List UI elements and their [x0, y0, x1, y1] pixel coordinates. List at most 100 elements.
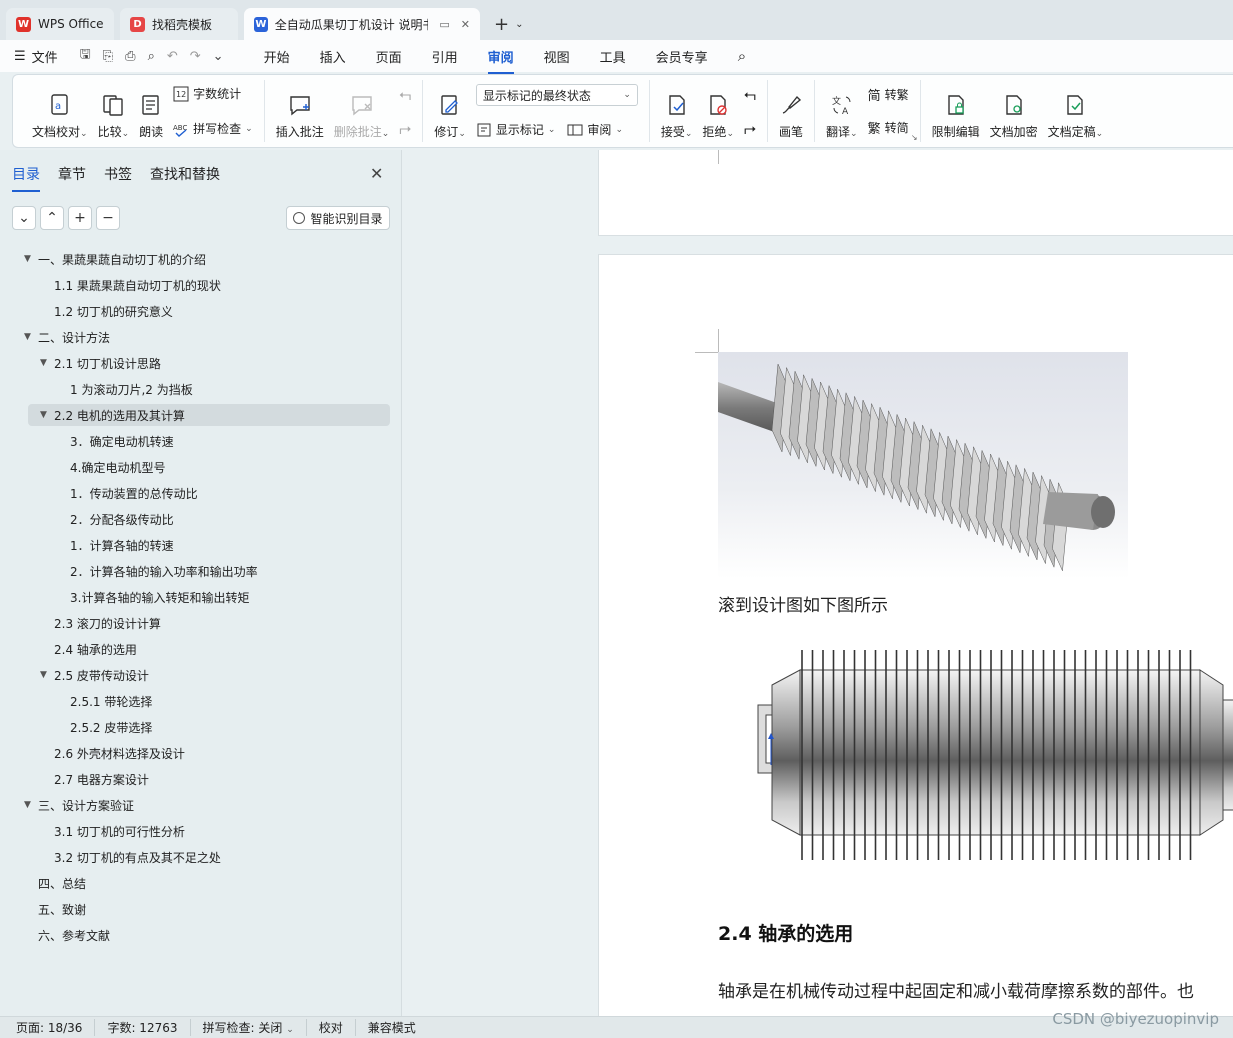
- expand-arrow-icon[interactable]: ▼: [40, 670, 47, 680]
- export-icon[interactable]: ⎘: [103, 49, 113, 64]
- toc-item[interactable]: 六、参考文献: [0, 922, 402, 948]
- prev-change-icon[interactable]: ⮢: [744, 85, 756, 103]
- toc-item[interactable]: 3．确定电动机转速: [0, 428, 402, 454]
- menu-view[interactable]: 视图: [544, 47, 570, 66]
- svg-text:A: A: [842, 107, 849, 117]
- toc-item[interactable]: ▼ 一、果蔬果蔬自动切丁机的介绍: [0, 246, 402, 272]
- read-aloud-button[interactable]: 朗读: [134, 82, 168, 140]
- toc-item[interactable]: ▼ 2.2 电机的选用及其计算: [0, 402, 402, 428]
- proofread-status[interactable]: 校对: [319, 1019, 356, 1036]
- expand-arrow-icon[interactable]: ▼: [24, 254, 31, 264]
- toc-item[interactable]: 2．分配各级传动比: [0, 506, 402, 532]
- expand-icon[interactable]: ↘: [911, 133, 918, 142]
- page-indicator[interactable]: 页面: 18/36: [16, 1019, 96, 1036]
- menu-insert[interactable]: 插入: [320, 47, 346, 66]
- toc-item[interactable]: 四、总结: [0, 870, 402, 896]
- tab-find-replace[interactable]: 查找和替换: [150, 164, 220, 184]
- toc-item[interactable]: 2.3 滚刀的设计计算: [0, 610, 402, 636]
- review-pane-button[interactable]: 审阅 ⌄: [567, 121, 623, 138]
- menu-reference[interactable]: 引用: [432, 47, 458, 66]
- compare-button[interactable]: 比较⌄: [93, 82, 135, 140]
- toc-item[interactable]: 3.2 切丁机的有点及其不足之处: [0, 844, 402, 870]
- toc-item[interactable]: 五、致谢: [0, 896, 402, 922]
- toc-item[interactable]: 1.2 切丁机的研究意义: [0, 298, 402, 324]
- revise-button[interactable]: 修订⌄: [429, 82, 471, 140]
- menu-page[interactable]: 页面: [376, 47, 402, 66]
- roller-3d-image[interactable]: [718, 352, 1128, 579]
- toc-item[interactable]: 1．传动装置的总传动比: [0, 480, 402, 506]
- toc-item[interactable]: 3.1 切丁机的可行性分析: [0, 818, 402, 844]
- toc-item[interactable]: 3.计算各轴的输入转矩和输出转矩: [0, 584, 402, 610]
- search-icon[interactable]: ⌕: [738, 47, 746, 65]
- toc-item-label: 2.5.2 皮带选择: [70, 720, 153, 735]
- close-icon[interactable]: ✕: [461, 18, 470, 31]
- toc-item[interactable]: ▼ 二、设计方法: [0, 324, 402, 350]
- pen-button[interactable]: 画笔: [774, 82, 808, 140]
- expand-arrow-icon[interactable]: ▼: [40, 358, 47, 368]
- markup-state-select[interactable]: 显示标记的最终状态 ⌄: [475, 84, 638, 106]
- new-tab-button[interactable]: + ⌄: [486, 8, 531, 40]
- menu-member[interactable]: 会员专享: [656, 47, 708, 66]
- expand-arrow-icon[interactable]: ▼: [24, 332, 31, 342]
- smart-toc-button[interactable]: 智能识别目录: [286, 206, 390, 230]
- encrypt-button[interactable]: 文档加密: [985, 82, 1043, 140]
- expand-arrow-icon[interactable]: ▼: [40, 410, 47, 420]
- translate-button[interactable]: 文A 翻译⌄: [821, 82, 863, 140]
- to-traditional-button[interactable]: 简 转繁: [868, 85, 909, 104]
- roller-side-view-image[interactable]: [718, 625, 1233, 887]
- finalize-button[interactable]: 文档定稿⌄: [1043, 82, 1109, 140]
- toc-item[interactable]: 1.1 果蔬果蔬自动切丁机的现状: [0, 272, 402, 298]
- toc-item[interactable]: 2.6 外壳材料选择及设计: [0, 740, 402, 766]
- to-simplified-button[interactable]: 繁 转简: [868, 118, 909, 137]
- toc-item[interactable]: 2.5.2 皮带选择: [0, 714, 402, 740]
- toc-item[interactable]: ▼ 三、设计方案验证: [0, 792, 402, 818]
- word-count-button[interactable]: 12 字数统计: [173, 85, 253, 102]
- word-count-indicator[interactable]: 字数: 12763: [107, 1019, 191, 1036]
- tab-bookmarks[interactable]: 书签: [104, 164, 132, 184]
- spell-check-button[interactable]: ABC 拼写检查 ⌄: [173, 120, 253, 137]
- insert-comment-button[interactable]: 插入批注: [271, 82, 329, 140]
- add-heading-button[interactable]: +: [68, 206, 92, 230]
- expand-arrow-icon[interactable]: ▼: [24, 800, 31, 810]
- toc-item[interactable]: 1．计算各轴的转速: [0, 532, 402, 558]
- toc-item[interactable]: 2．计算各轴的输入功率和输出功率: [0, 558, 402, 584]
- tab-document[interactable]: W 全自动瓜果切丁机设计 说明书 ▭ ✕: [244, 8, 480, 40]
- menu-tools[interactable]: 工具: [600, 47, 626, 66]
- delete-comment-button[interactable]: 删除批注⌄: [329, 82, 395, 140]
- tab-template[interactable]: D 找稻壳模板: [120, 8, 238, 40]
- tab-wps-office[interactable]: W WPS Office: [6, 8, 114, 40]
- reject-button[interactable]: 拒绝⌄: [697, 82, 739, 140]
- tab-toc[interactable]: 目录: [12, 164, 40, 192]
- spell-check-status[interactable]: 拼写检查: 关闭 ⌄: [203, 1019, 307, 1036]
- menu-start[interactable]: 开始: [264, 47, 290, 66]
- show-markup-button[interactable]: 显示标记 ⌄: [476, 121, 555, 138]
- toc-item[interactable]: 2.7 电器方案设计: [0, 766, 402, 792]
- chevron-down-icon[interactable]: ⌄: [213, 49, 224, 64]
- redo-icon[interactable]: ↷: [190, 49, 201, 64]
- print-preview-icon[interactable]: ⌕: [148, 49, 155, 64]
- expand-all-button[interactable]: ⌄: [12, 206, 36, 230]
- toc-item[interactable]: 1 为滚动刀片,2 为挡板: [0, 376, 402, 402]
- menu-review[interactable]: 审阅: [487, 47, 514, 74]
- toc-item[interactable]: 4.确定电动机型号: [0, 454, 402, 480]
- toc-item[interactable]: ▼ 2.1 切丁机设计思路: [0, 350, 402, 376]
- save-icon[interactable]: 🖫: [80, 45, 91, 67]
- prev-comment-icon[interactable]: ⮢: [399, 85, 411, 103]
- toc-item[interactable]: 2.4 轴承的选用: [0, 636, 402, 662]
- undo-icon[interactable]: ↶: [167, 49, 178, 64]
- collapse-all-button[interactable]: ⌃: [40, 206, 64, 230]
- close-icon[interactable]: ✕: [370, 164, 383, 183]
- restrict-edit-button[interactable]: 限制编辑: [927, 82, 985, 140]
- screen-icon[interactable]: ▭: [439, 18, 449, 31]
- remove-heading-button[interactable]: −: [96, 206, 120, 230]
- tab-sections[interactable]: 章节: [58, 164, 86, 184]
- next-change-icon[interactable]: ⮣: [744, 119, 756, 137]
- file-menu[interactable]: ☰ 文件: [14, 47, 58, 66]
- proofread-button[interactable]: a 文档校对⌄: [27, 82, 93, 140]
- accept-button[interactable]: 接受⌄: [656, 82, 698, 140]
- lock-document-icon: [947, 95, 964, 115]
- toc-item[interactable]: ▼ 2.5 皮带传动设计: [0, 662, 402, 688]
- print-icon[interactable]: ⎙: [125, 49, 135, 64]
- toc-item[interactable]: 2.5.1 带轮选择: [0, 688, 402, 714]
- next-comment-icon[interactable]: ⮣: [399, 119, 411, 137]
